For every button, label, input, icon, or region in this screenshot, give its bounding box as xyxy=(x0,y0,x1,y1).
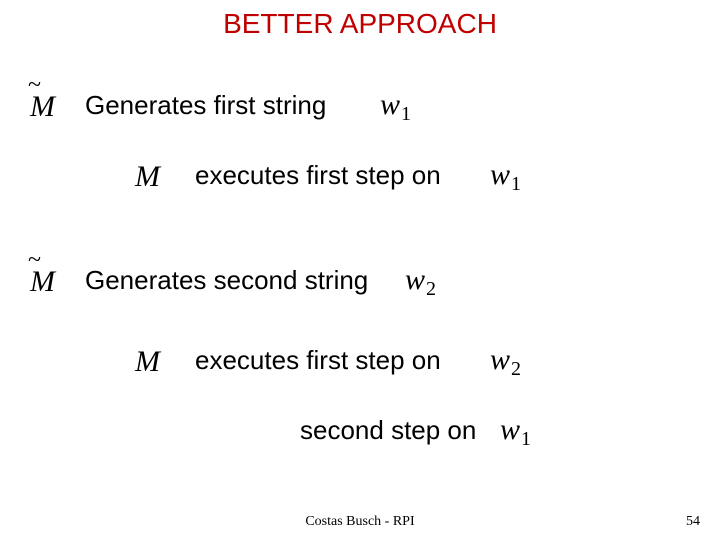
footer-author: Costas Busch - RPI xyxy=(0,514,720,530)
symbol-w2-a: w2 xyxy=(405,263,436,297)
symbol-w1-c: w1 xyxy=(500,413,531,447)
symbol-w2-b: w2 xyxy=(490,343,521,377)
slide: BETTER APPROACH ~ M Generates first stri… xyxy=(0,0,720,540)
symbol-m-tilde-2: ~ M xyxy=(30,265,55,299)
symbol-w1-b: w1 xyxy=(490,158,521,192)
line-generates-first: Generates first string xyxy=(85,90,326,121)
symbol-w1-a: w1 xyxy=(380,88,411,122)
line-second-step: second step on xyxy=(300,415,476,446)
footer-page-number: 54 xyxy=(686,514,700,530)
symbol-m-tilde-1: ~ M xyxy=(30,90,55,124)
line-generates-second: Generates second string xyxy=(85,265,368,296)
symbol-m-2: M xyxy=(135,345,160,379)
slide-title: BETTER APPROACH xyxy=(0,8,720,40)
line-exec-first-1: executes first step on xyxy=(195,160,441,191)
symbol-m-1: M xyxy=(135,160,160,194)
line-exec-first-2: executes first step on xyxy=(195,345,441,376)
